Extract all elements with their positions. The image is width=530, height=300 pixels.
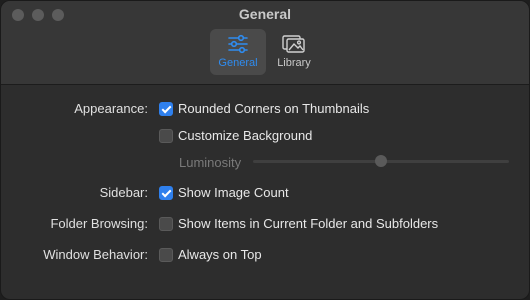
customize-background-checkbox[interactable] [159,129,173,143]
always-on-top-label[interactable]: Always on Top [178,247,262,262]
luminosity-label: Luminosity [179,155,242,170]
always-on-top-checkbox[interactable] [159,248,173,262]
show-items-subfolders-checkbox[interactable] [159,217,173,231]
appearance-label: Appearance: [74,101,148,116]
title-bar: General General Library [1,1,529,85]
window-behavior-label: Window Behavior: [43,247,148,262]
rounded-corners-checkbox[interactable] [159,102,173,116]
tab-general[interactable]: General [210,29,266,75]
sliders-icon [228,34,248,54]
tab-library[interactable]: Library [269,29,319,75]
rounded-corners-label[interactable]: Rounded Corners on Thumbnails [178,101,369,116]
customize-background-label[interactable]: Customize Background [178,128,312,143]
sidebar-label: Sidebar: [99,185,148,200]
tab-library-label: Library [277,57,311,69]
show-image-count-checkbox[interactable] [159,186,173,200]
show-items-subfolders-label[interactable]: Show Items in Current Folder and Subfold… [178,216,438,231]
tab-general-label: General [218,57,258,69]
folder-browsing-label: Folder Browsing: [50,216,148,231]
show-image-count-label[interactable]: Show Image Count [178,185,289,200]
preferences-window: General General Library Appearance: Roun… [0,0,530,300]
luminosity-slider-thumb[interactable] [375,155,387,167]
photos-icon [282,35,305,53]
window-title: General [238,6,292,22]
